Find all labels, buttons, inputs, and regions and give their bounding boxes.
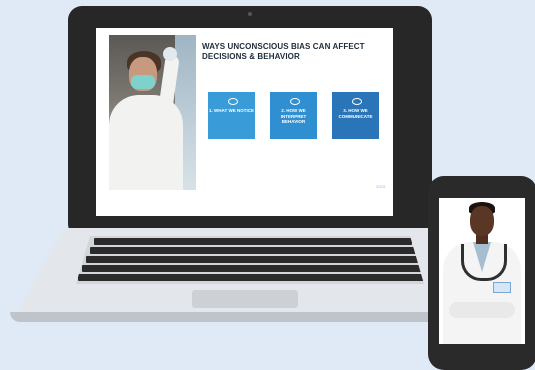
trackpad bbox=[192, 290, 298, 308]
key-row bbox=[76, 265, 424, 273]
box-label: 3. HOW WE COMMUNICATE bbox=[338, 108, 373, 119]
eye-icon bbox=[227, 98, 238, 105]
key-row bbox=[76, 256, 424, 264]
slide-photo-lab-scientist bbox=[109, 35, 196, 190]
phone-screen bbox=[439, 198, 525, 344]
laptop-front-edge bbox=[10, 312, 486, 322]
doctor-badge bbox=[493, 282, 511, 293]
photo-glove bbox=[163, 47, 177, 61]
box-what-we-notice: 1. WHAT WE NOTICE bbox=[208, 92, 255, 139]
slide-footer: 2023 bbox=[376, 184, 385, 189]
photo-face-mask bbox=[131, 75, 155, 89]
doctor-folded-arms bbox=[449, 302, 515, 318]
key-row bbox=[76, 247, 424, 255]
laptop-base bbox=[10, 228, 486, 322]
key-row bbox=[76, 238, 424, 246]
doctor-face bbox=[470, 206, 494, 236]
box-how-we-interpret: 2. HOW WE INTERPRET BEHAVIOR bbox=[270, 92, 317, 139]
hand-icon bbox=[351, 98, 362, 105]
brain-icon bbox=[289, 98, 300, 105]
keys bbox=[90, 247, 416, 254]
slide-boxes: 1. WHAT WE NOTICE 2. HOW WE INTERPRET BE… bbox=[208, 92, 383, 139]
stethoscope bbox=[461, 244, 507, 281]
keyboard bbox=[76, 236, 424, 284]
webcam bbox=[248, 12, 252, 16]
laptop-screen: WAYS UNCONSCIOUS BIAS CAN AFFECT DECISIO… bbox=[96, 28, 393, 216]
keys bbox=[94, 238, 412, 245]
smartphone bbox=[428, 176, 535, 370]
box-label: 1. WHAT WE NOTICE bbox=[209, 108, 254, 113]
keys bbox=[86, 256, 420, 263]
laptop-lid: WAYS UNCONSCIOUS BIAS CAN AFFECT DECISIO… bbox=[68, 6, 432, 238]
key-row bbox=[76, 274, 424, 282]
box-label: 2. HOW WE INTERPRET BEHAVIOR bbox=[280, 108, 307, 124]
keys bbox=[82, 265, 424, 272]
keys bbox=[78, 274, 424, 281]
box-how-we-communicate: 3. HOW WE COMMUNICATE bbox=[332, 92, 379, 139]
slide-title: WAYS UNCONSCIOUS BIAS CAN AFFECT DECISIO… bbox=[202, 42, 365, 61]
